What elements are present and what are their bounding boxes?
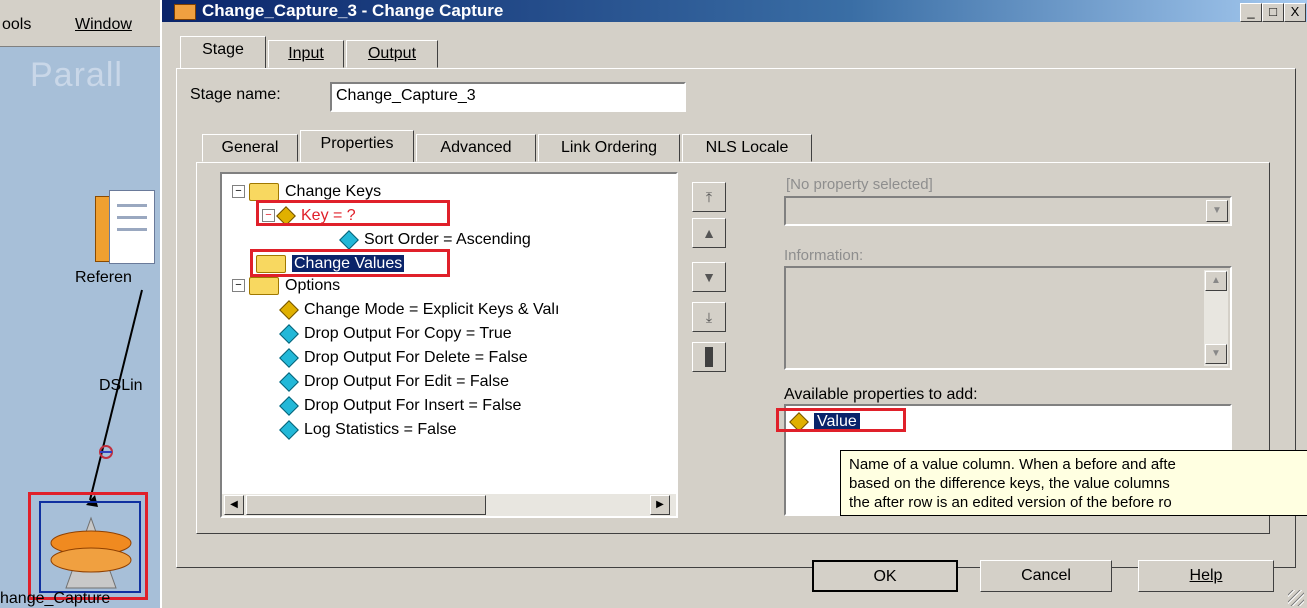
tab-advanced[interactable]: Advanced (416, 134, 536, 162)
tree-option-item[interactable]: Drop Output For Copy = True (279, 323, 512, 344)
folder-icon (249, 276, 279, 295)
scroll-down-arrow-icon: ▼ (1205, 344, 1227, 364)
tab-general[interactable]: General (202, 134, 298, 162)
tree-option-item[interactable]: Drop Output For Edit = False (279, 371, 509, 392)
scroll-thumb[interactable] (246, 495, 486, 515)
property-value-dropdown: ▼ (784, 196, 1232, 226)
property-icon (279, 371, 299, 392)
app-icon (174, 4, 196, 20)
ok-button[interactable]: OK (812, 560, 958, 592)
info-vscrollbar: ▲ ▼ (1204, 270, 1228, 366)
tree-option-item[interactable]: Drop Output For Insert = False (279, 395, 521, 416)
stage-name-label: Stage name: (190, 86, 281, 103)
move-up-icon[interactable]: ▲ (692, 218, 726, 248)
tree-options[interactable]: − Options (232, 276, 340, 296)
tree-hscrollbar[interactable]: ◀ ▶ (222, 494, 676, 516)
help-button[interactable]: Help (1138, 560, 1274, 592)
tooltip-line: based on the difference keys, the value … (849, 475, 1170, 492)
close-button[interactable]: X (1284, 3, 1306, 22)
property-icon (279, 323, 299, 344)
tab-output[interactable]: Output (346, 40, 438, 68)
no-property-label: [No property selected] (786, 176, 933, 193)
tree-option-item[interactable]: Log Statistics = False (279, 419, 457, 440)
collapse-icon[interactable]: − (232, 185, 245, 199)
folder-icon (249, 182, 279, 201)
tooltip-line: Name of a value column. When a before an… (849, 456, 1176, 473)
stage-highlight-box (28, 492, 148, 600)
link-label: DSLin (99, 377, 143, 394)
collapse-icon[interactable]: − (232, 279, 245, 293)
stage-name-input[interactable]: Change_Capture_3 (330, 82, 686, 112)
stage-label: hange_Capture (0, 590, 111, 607)
tab-link-ordering[interactable]: Link Ordering (538, 134, 680, 162)
property-icon (279, 419, 299, 440)
cancel-button[interactable]: Cancel (980, 560, 1112, 592)
tab-input[interactable]: Input (268, 40, 344, 68)
tab-nls-locale[interactable]: NLS Locale (682, 134, 812, 162)
information-box: ▲ ▼ (784, 266, 1232, 370)
scroll-left-arrow-icon[interactable]: ◀ (224, 495, 244, 515)
value-highlight-box (776, 408, 906, 432)
tree-change-keys[interactable]: − Change Keys (232, 182, 381, 202)
tab-properties[interactable]: Properties (300, 130, 414, 162)
tooltip-line: the after row is an edited version of th… (849, 494, 1172, 511)
available-properties-label: Available properties to add: (784, 386, 978, 403)
property-icon (339, 229, 359, 250)
move-down-icon[interactable]: ▼ (692, 262, 726, 292)
key-highlight-box (256, 200, 450, 226)
change-values-highlight-box (250, 249, 450, 277)
dialog-titlebar[interactable]: Change_Capture_3 - Change Capture _ □ X (162, 0, 1307, 22)
dialog-title: Change_Capture_3 - Change Capture (202, 1, 504, 20)
tree-option-item[interactable]: Drop Output For Delete = False (279, 347, 528, 368)
scroll-right-arrow-icon[interactable]: ▶ (650, 495, 670, 515)
minimize-button[interactable]: _ (1240, 3, 1262, 22)
delete-property-button[interactable] (692, 342, 726, 372)
change-capture-dialog: Change_Capture_3 - Change Capture _ □ X … (160, 0, 1307, 608)
dropdown-arrow-icon: ▼ (1206, 200, 1228, 222)
move-top-icon[interactable]: ⤒ (692, 182, 726, 212)
property-icon (279, 347, 299, 368)
property-tooltip: Name of a value column. When a before an… (840, 450, 1307, 516)
property-icon (279, 299, 299, 320)
property-icon (279, 395, 299, 416)
maximize-button[interactable]: □ (1262, 3, 1284, 22)
resize-grip-icon[interactable] (1288, 590, 1304, 606)
tab-stage[interactable]: Stage (180, 36, 266, 68)
information-label: Information: (784, 247, 864, 264)
scroll-up-arrow-icon: ▲ (1205, 271, 1227, 291)
tree-sort-order[interactable]: Sort Order = Ascending (339, 229, 531, 250)
tree-option-item[interactable]: Change Mode = Explicit Keys & Valı (279, 299, 559, 320)
move-bottom-icon[interactable]: ⤓ (692, 302, 726, 332)
